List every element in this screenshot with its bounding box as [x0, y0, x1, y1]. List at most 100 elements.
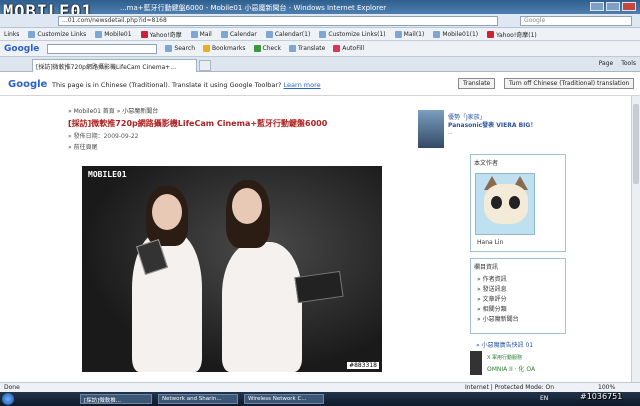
translate-label: Translate: [298, 45, 326, 52]
taskbar-item-ie[interactable]: [採訪]微軟推...: [80, 394, 152, 404]
links-item-8[interactable]: Mail(1): [394, 30, 425, 38]
model-right: [222, 242, 302, 372]
vertical-scrollbar[interactable]: [631, 96, 640, 382]
mail-icon: [190, 30, 198, 38]
page-content: » Mobile01 首頁 » 小惡魔新聞台 [採訪]微軟推720p網路攝影機L…: [0, 96, 640, 382]
ie-page-icon: [319, 30, 327, 38]
links-item-5[interactable]: Calendar: [220, 30, 257, 38]
ad-banner[interactable]: 優勢「J家族」 Panasonic發表 VIERA BIG！ ...: [418, 110, 566, 148]
ad-image: [418, 110, 444, 148]
links-item-9[interactable]: Mobile01(1): [433, 30, 478, 38]
bookmarks-button[interactable]: Bookmarks: [203, 45, 246, 52]
promo-line2[interactable]: OMNIA II · 化 OA: [487, 364, 535, 373]
article-photo: MOBILE01 #883318: [82, 166, 382, 372]
autofill-label: AutoFill: [342, 45, 365, 52]
m01-icon: [95, 30, 103, 38]
window-title-bar: ...ma+藍牙行動鍵盤6000 - Mobile01 小惡魔新聞台 - Win…: [0, 0, 640, 14]
google-search-input[interactable]: [47, 43, 158, 54]
links-item-1[interactable]: Customize Links: [28, 30, 87, 38]
links-item-2[interactable]: Mobile01: [95, 30, 132, 38]
links-label: Calendar(1): [274, 30, 311, 38]
nav-item[interactable]: » 發送訊息: [477, 285, 519, 295]
turn-off-translation-button[interactable]: Turn off Chinese (Traditional) translati…: [504, 78, 635, 89]
links-item-0[interactable]: Links: [4, 31, 19, 38]
page-menu[interactable]: Page: [599, 60, 614, 67]
calendar-icon: [220, 30, 228, 38]
watermark-serial: #1036751: [580, 392, 623, 401]
links-item-7[interactable]: Customize Links(1): [319, 30, 386, 38]
taskbar: [採訪]微軟推... Network and Sharin... Wireles…: [0, 392, 640, 406]
search-icon: [165, 45, 173, 52]
calendar-icon: [265, 30, 273, 38]
new-tab-button[interactable]: [199, 60, 211, 71]
model-left-face: [152, 194, 182, 230]
links-label: Mail: [199, 30, 212, 38]
translate-icon: [289, 45, 297, 52]
minimize-button[interactable]: [590, 2, 604, 11]
nav-item[interactable]: » 小惡魔新聞台: [477, 315, 519, 325]
photo-id: #883318: [347, 362, 379, 369]
links-item-3[interactable]: Yahoo!奇摩: [140, 30, 182, 39]
nav-box: 欄目資訊 » 作者資訊 » 發送訊息 » 文章評分 » 相關分類 » 小惡魔新聞…: [470, 258, 566, 334]
breadcrumb[interactable]: » Mobile01 首頁 » 小惡魔新聞台: [68, 106, 158, 115]
links-item-4[interactable]: Mail: [190, 30, 212, 38]
command-bar: Page Tools: [599, 60, 636, 67]
translate-button[interactable]: Translate: [458, 78, 496, 89]
window-title: ...ma+藍牙行動鍵盤6000 - Mobile01 小惡魔新聞台 - Win…: [120, 4, 387, 12]
promo-line1[interactable]: X 軍用行動服務: [487, 354, 522, 361]
search-label: Search: [174, 45, 196, 52]
translate-message: This page is in Chinese (Traditional). T…: [52, 81, 321, 89]
ad-line2: Panasonic發表 VIERA BIG！: [448, 122, 537, 129]
links-label: Customize Links: [37, 30, 87, 38]
tab-active[interactable]: [採訪]微軟推720p網路攝影機LifeCam Cinema+...: [32, 59, 197, 72]
tools-menu[interactable]: Tools: [621, 60, 636, 67]
links-bar: Links Customize Links Mobile01 Yahoo!奇摩 …: [0, 28, 640, 41]
star-icon: [203, 45, 211, 52]
article-date: » 發佈日期：2009-09-22: [68, 133, 139, 140]
yahoo-icon: [140, 30, 148, 38]
learn-more-link[interactable]: Learn more: [284, 81, 321, 89]
nav-item[interactable]: » 作者資訊: [477, 275, 519, 285]
autofill-icon: [333, 45, 341, 52]
close-button[interactable]: [622, 2, 636, 11]
nav-item[interactable]: » 文章評分: [477, 295, 519, 305]
ie-page-icon: [28, 30, 36, 38]
links-label: Yahoo!奇摩(1): [496, 31, 537, 39]
zoom-level[interactable]: 100%: [598, 384, 615, 391]
taskbar-item-wireless[interactable]: Wireless Network C...: [244, 394, 324, 404]
go-to-bottom-link[interactable]: » 前往頁尾: [68, 142, 98, 151]
autofill-button[interactable]: AutoFill: [333, 45, 364, 52]
address-bar[interactable]: ...01.com/newsdetail.php?id=8168: [58, 16, 498, 26]
check-label: Check: [262, 45, 282, 52]
search-box[interactable]: Google: [520, 16, 632, 26]
links-item-6[interactable]: Calendar(1): [265, 30, 311, 38]
translate-bar: Google This page is in Chinese (Traditio…: [0, 72, 640, 96]
status-bar: Done Internet | Protected Mode: On 100%: [0, 382, 640, 392]
check-icon: [253, 45, 261, 52]
maximize-button[interactable]: [606, 2, 620, 11]
links-label: Mail(1): [403, 30, 425, 38]
start-button[interactable]: [2, 393, 14, 405]
links-label: Calendar: [229, 30, 257, 38]
author-name[interactable]: Hana Lin: [477, 239, 503, 246]
search-button[interactable]: Search: [165, 45, 195, 52]
nav-header: 欄目資訊: [474, 264, 499, 271]
links-item-10[interactable]: Yahoo!奇摩(1): [487, 30, 537, 39]
ad-line3: ...: [448, 130, 453, 136]
m01-icon: [433, 30, 441, 38]
translate-message-text: This page is in Chinese (Traditional). T…: [52, 81, 282, 89]
check-button[interactable]: Check: [253, 45, 282, 52]
promo-phone-image: [470, 351, 482, 375]
nav-item[interactable]: » 相關分類: [477, 305, 519, 315]
promo-header[interactable]: » 小惡魔廣告快訊 01: [476, 340, 533, 349]
photo-watermark: MOBILE01: [88, 170, 127, 179]
security-zone: Internet | Protected Mode: On: [465, 384, 555, 391]
taskbar-item-network[interactable]: Network and Sharin...: [158, 394, 238, 404]
links-label: Customize Links(1): [328, 30, 386, 38]
avatar[interactable]: [475, 173, 535, 235]
translate-toolbar-button[interactable]: Translate: [289, 45, 325, 52]
scrollbar-thumb[interactable]: [633, 104, 639, 184]
system-tray-language[interactable]: EN: [540, 395, 548, 402]
translate-google-logo: Google: [8, 79, 48, 90]
avatar-eye-right: [509, 196, 520, 209]
